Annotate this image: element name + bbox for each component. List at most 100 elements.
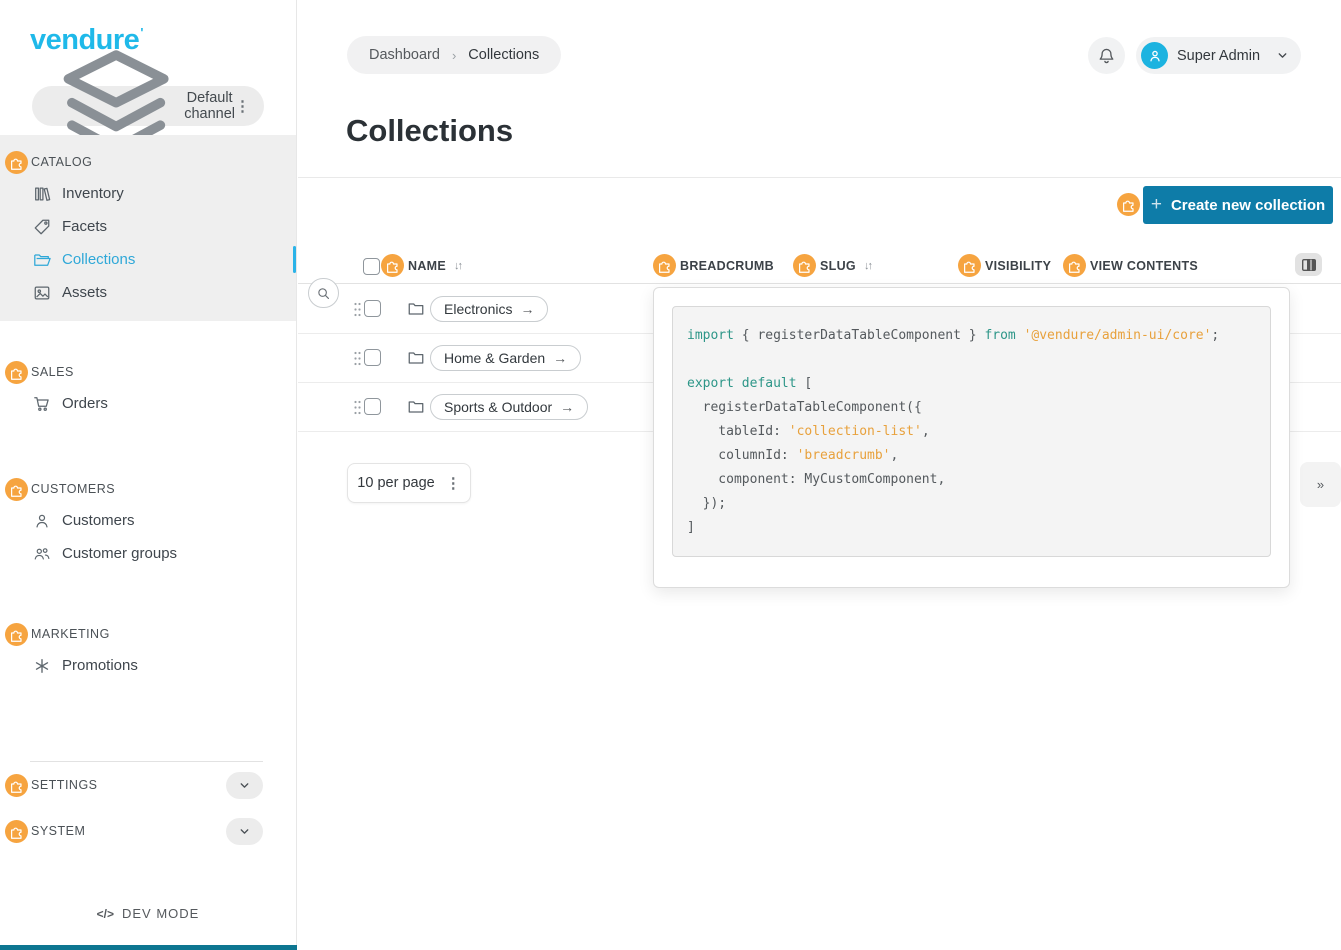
arrow-right-icon: → xyxy=(560,399,574,415)
column-settings-button[interactable] xyxy=(1295,253,1322,276)
nav-section-catalog: CATALOG xyxy=(0,147,296,177)
nav-section-label: MARKETING xyxy=(31,627,110,641)
plus-icon: + xyxy=(1151,194,1162,216)
nav-group-catalog: CATALOG Inventory Facets Collections Ass… xyxy=(0,135,296,321)
chevron-down-icon xyxy=(238,825,251,838)
row-checkbox[interactable] xyxy=(364,398,381,415)
column-header-visibility[interactable]: VISIBILITY xyxy=(985,259,1051,273)
code-block: import { registerDataTableComponent } fr… xyxy=(672,306,1271,557)
nav-group-sales: SALES Orders xyxy=(0,345,296,432)
plugin-badge-icon[interactable] xyxy=(5,623,28,646)
next-page-button[interactable]: » xyxy=(1300,462,1341,507)
items-per-page-button[interactable]: 10 per page ⋮ xyxy=(347,463,471,503)
nav-item-label: Assets xyxy=(62,284,107,301)
collection-name-chip[interactable]: Home & Garden → xyxy=(430,345,581,371)
sort-icon[interactable]: ↓↑ xyxy=(454,260,461,272)
sidebar-item-inventory[interactable]: Inventory xyxy=(0,177,296,210)
sidebar-item-collections[interactable]: Collections xyxy=(0,243,296,276)
collection-name: Electronics xyxy=(444,301,512,317)
search-icon xyxy=(316,286,331,301)
user-menu[interactable]: Super Admin xyxy=(1136,37,1301,74)
column-header-breadcrumb[interactable]: BREADCRUMB xyxy=(680,259,774,273)
settings-expand-button[interactable] xyxy=(226,772,263,799)
breadcrumb-collections-link[interactable]: Collections xyxy=(468,47,539,63)
folder-icon xyxy=(407,349,425,367)
row-checkbox[interactable] xyxy=(364,300,381,317)
folder-icon xyxy=(407,398,425,416)
sidebar-item-assets[interactable]: Assets xyxy=(0,276,296,309)
nav-section-label: SALES xyxy=(31,365,74,379)
chevron-down-icon xyxy=(238,779,251,792)
tag-icon xyxy=(33,218,51,236)
plugin-badge-icon[interactable] xyxy=(1117,193,1140,216)
sort-icon[interactable]: ↓↑ xyxy=(864,260,871,272)
per-page-label: 10 per page xyxy=(357,475,434,491)
sidebar-item-facets[interactable]: Facets xyxy=(0,210,296,243)
channel-kebab-icon[interactable]: ⋮ xyxy=(235,99,250,114)
sidebar-item-customer-groups[interactable]: Customer groups xyxy=(0,537,296,570)
nav-group-customers: CUSTOMERS Customers Customer groups xyxy=(0,462,296,582)
system-expand-button[interactable] xyxy=(226,818,263,845)
breadcrumb-dashboard-link[interactable]: Dashboard xyxy=(369,47,440,63)
plugin-badge-icon[interactable] xyxy=(5,361,28,384)
nav-section-settings[interactable]: SETTINGS xyxy=(0,762,296,808)
plugin-badge-icon[interactable] xyxy=(5,774,28,797)
create-collection-button[interactable]: + Create new collection xyxy=(1143,186,1333,224)
drag-handle-icon[interactable] xyxy=(354,351,361,366)
nav-item-label: Inventory xyxy=(62,185,124,202)
sidebar-item-customers[interactable]: Customers xyxy=(0,504,296,537)
plugin-badge-icon[interactable] xyxy=(381,254,404,277)
drag-handle-icon[interactable] xyxy=(354,400,361,415)
sidebar-item-orders[interactable]: Orders xyxy=(0,387,296,420)
plugin-badge-icon[interactable] xyxy=(1063,254,1086,277)
notifications-button[interactable] xyxy=(1088,37,1125,74)
plugin-badge-icon[interactable] xyxy=(793,254,816,277)
sidebar-nav: CATALOG Inventory Facets Collections Ass… xyxy=(0,135,296,854)
sidebar-item-promotions[interactable]: Promotions xyxy=(0,649,296,682)
table-header: NAME ↓↑ BREADCRUMB SLUG ↓↑ VISIBILITY VI… xyxy=(298,250,1341,284)
table-search-button[interactable] xyxy=(308,278,339,308)
plugin-badge-icon[interactable] xyxy=(5,820,28,843)
column-header-name[interactable]: NAME xyxy=(408,259,446,273)
chevron-down-icon xyxy=(1276,49,1289,62)
dev-mode-toggle[interactable]: </> DEV MODE xyxy=(0,906,296,921)
header-divider xyxy=(298,177,1341,178)
drag-handle-icon[interactable] xyxy=(354,302,361,317)
nav-section-system[interactable]: SYSTEM xyxy=(0,808,296,854)
plugin-badge-icon[interactable] xyxy=(653,254,676,277)
plugin-badge-icon[interactable] xyxy=(5,478,28,501)
library-icon xyxy=(33,185,51,203)
row-checkbox[interactable] xyxy=(364,349,381,366)
nav-item-label: Facets xyxy=(62,218,107,235)
nav-section-label: SYSTEM xyxy=(31,824,85,838)
arrow-right-icon: → xyxy=(553,350,567,366)
select-all-checkbox[interactable] xyxy=(363,258,380,275)
page-title: Collections xyxy=(346,113,513,149)
asterisk-icon xyxy=(33,657,51,675)
nav-section-label: CUSTOMERS xyxy=(31,482,115,496)
per-page-kebab-icon: ⋮ xyxy=(446,476,461,491)
plugin-badge-icon[interactable] xyxy=(958,254,981,277)
arrow-right-icon: → xyxy=(520,301,534,317)
avatar xyxy=(1141,42,1168,69)
column-header-slug[interactable]: SLUG xyxy=(820,259,856,273)
nav-section-label: SETTINGS xyxy=(31,778,98,792)
nav-item-label: Collections xyxy=(62,251,135,268)
collection-name-chip[interactable]: Electronics → xyxy=(430,296,548,322)
folder-icon xyxy=(407,300,425,318)
collection-name-chip[interactable]: Sports & Outdoor → xyxy=(430,394,588,420)
channel-label: Default channel xyxy=(184,90,235,122)
channel-selector[interactable]: Default channel ⋮ xyxy=(32,86,264,126)
bell-icon xyxy=(1097,46,1116,65)
dev-mode-strip xyxy=(0,945,297,950)
plugin-badge-icon[interactable] xyxy=(5,151,28,174)
user-icon xyxy=(1147,48,1163,64)
nav-section-marketing: MARKETING xyxy=(0,619,296,649)
dev-mode-code-popover: import { registerDataTableComponent } fr… xyxy=(653,287,1290,588)
column-header-view-contents[interactable]: VIEW CONTENTS xyxy=(1090,259,1198,273)
code-icon: </> xyxy=(97,907,114,921)
nav-item-label: Customer groups xyxy=(62,545,177,562)
nav-section-label: CATALOG xyxy=(31,155,92,169)
folder-icon xyxy=(33,251,51,269)
nav-item-label: Promotions xyxy=(62,657,138,674)
